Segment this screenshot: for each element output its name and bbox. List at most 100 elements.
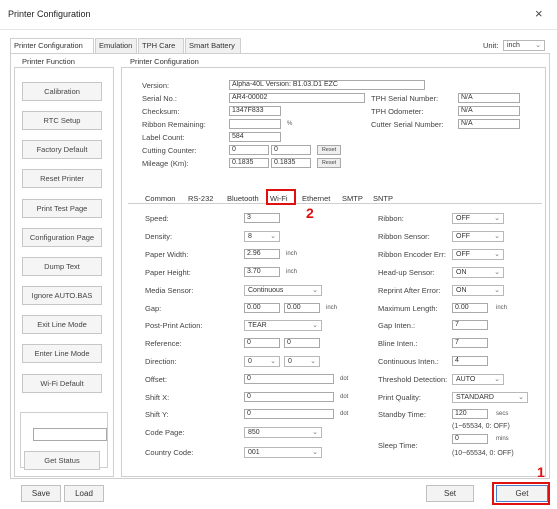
close-icon[interactable]: × [535, 6, 543, 21]
configuration-page-button[interactable]: Configuration Page [22, 228, 102, 247]
chevron-down-icon: ⌄ [310, 358, 316, 365]
bline-inten-field[interactable]: 7 [452, 338, 488, 348]
get-status-button[interactable]: Get Status [24, 451, 100, 470]
country-code-select[interactable]: 001 ⌄ [244, 447, 322, 458]
cutting-counter-label: Cutting Counter: [142, 146, 197, 155]
version-label: Version: [142, 81, 170, 90]
serial-no-field[interactable]: AR4-00002 [229, 93, 365, 103]
checksum-field[interactable]: 1347F833 [229, 106, 281, 116]
factory-default-button[interactable]: Factory Default [22, 140, 102, 159]
maximum-length-field[interactable]: 0.00 [452, 303, 488, 313]
chevron-down-icon: ⌄ [312, 429, 318, 436]
print-quality-label: Print Quality: [378, 393, 421, 402]
ribbon-remaining-label: Ribbon Remaining: [142, 120, 206, 129]
ribbon-remaining-unit: % [287, 121, 293, 127]
reference-y-field[interactable]: 0 [284, 338, 320, 348]
shift-x-field[interactable]: 0 [244, 392, 334, 402]
version-field[interactable]: Alpha-40L Version: B1.03.D1 EZC [229, 80, 425, 90]
reset-printer-button[interactable]: Reset Printer [22, 169, 102, 188]
threshold-detection-select[interactable]: AUTO ⌄ [452, 374, 504, 385]
paper-width-field[interactable]: 2.96 [244, 249, 280, 259]
media-sensor-select[interactable]: Continuous ⌄ [244, 285, 322, 296]
gap-label: Gap: [145, 304, 162, 313]
tab-tph-care[interactable]: TPH Care [138, 38, 184, 53]
offset-field[interactable]: 0 [244, 374, 334, 384]
gap-field[interactable]: 0.00 [244, 303, 280, 313]
set-button[interactable]: Set [426, 485, 474, 502]
code-page-select[interactable]: 850 ⌄ [244, 427, 322, 438]
print-test-page-button[interactable]: Print Test Page [22, 199, 102, 218]
head-up-sensor-label: Head-up Sensor: [378, 268, 435, 277]
tph-serial-field[interactable]: N/A [458, 93, 520, 103]
ignore-autobas-button[interactable]: Ignore AUTO.BAS [22, 286, 102, 305]
cutter-serial-field[interactable]: N/A [458, 119, 520, 129]
reference-x-field[interactable]: 0 [244, 338, 280, 348]
tab-ethernet[interactable]: Ethernet [302, 194, 330, 203]
mileage-reset-button[interactable]: Reset [317, 158, 341, 168]
gap-offset-field[interactable]: 0.00 [284, 303, 320, 313]
cutting-counter-field[interactable]: 0 [229, 145, 269, 155]
chevron-down-icon: ⌄ [270, 233, 276, 240]
cutting-counter-field-2[interactable]: 0 [271, 145, 311, 155]
maximum-length-unit: inch [496, 305, 508, 311]
standby-time-field[interactable]: 120 [452, 409, 488, 419]
paper-height-unit: inch [286, 269, 298, 275]
speed-field[interactable]: 3 [244, 213, 280, 223]
gap-inten-label: Gap Inten.: [378, 321, 416, 330]
sleep-time-field[interactable]: 0 [452, 434, 488, 444]
continuous-inten-field[interactable]: 4 [452, 356, 488, 366]
ribbon-sensor-select[interactable]: OFF ⌄ [452, 231, 504, 242]
mileage-field-2[interactable]: 0.1835 [271, 158, 311, 168]
chevron-down-icon: ⌄ [494, 233, 500, 240]
threshold-detection-label: Threshold Detection: [378, 375, 448, 384]
reprint-after-error-select[interactable]: ON ⌄ [452, 285, 504, 296]
paper-height-label: Paper Height: [145, 268, 191, 277]
mileage-field[interactable]: 0.1835 [229, 158, 269, 168]
ribbon-select[interactable]: OFF ⌄ [452, 213, 504, 224]
direction-select[interactable]: 0 ⌄ [244, 356, 280, 367]
shift-y-label: Shift Y: [145, 410, 169, 419]
status-field[interactable] [33, 428, 107, 441]
enter-line-mode-button[interactable]: Enter Line Mode [22, 344, 102, 363]
speed-label: Speed: [145, 214, 169, 223]
tab-printer-configuration[interactable]: Printer Configuration [10, 38, 94, 54]
print-quality-select[interactable]: STANDARD ⌄ [452, 392, 528, 403]
gap-inten-field[interactable]: 7 [452, 320, 488, 330]
tab-smart-battery[interactable]: Smart Battery [185, 38, 241, 53]
maximum-length-label: Maximum Length: [378, 304, 438, 313]
printer-function-title: Printer Function [22, 57, 75, 66]
head-up-sensor-select[interactable]: ON ⌄ [452, 267, 504, 278]
load-button[interactable]: Load [64, 485, 104, 502]
paper-height-field[interactable]: 3.70 [244, 267, 280, 277]
label-count-field[interactable]: 584 [229, 132, 281, 142]
tab-emulation[interactable]: Emulation [95, 38, 137, 53]
wifi-default-button[interactable]: Wi-Fi Default [22, 374, 102, 393]
standby-time-hint: (1~65534, 0: OFF) [452, 423, 510, 430]
save-button[interactable]: Save [21, 485, 61, 502]
tab-rs232[interactable]: RS-232 [188, 194, 213, 203]
tph-odometer-field[interactable]: N/A [458, 106, 520, 116]
post-print-action-select[interactable]: TEAR ⌄ [244, 320, 322, 331]
unit-select[interactable]: inch ⌄ [503, 40, 545, 51]
tab-sntp[interactable]: SNTP [373, 194, 393, 203]
shift-y-field[interactable]: 0 [244, 409, 334, 419]
mirror-select[interactable]: 0 ⌄ [284, 356, 320, 367]
ribbon-label: Ribbon: [378, 214, 404, 223]
subtab-divider [128, 203, 542, 204]
rtc-setup-button[interactable]: RTC Setup [22, 111, 102, 130]
density-select[interactable]: 8 ⌄ [244, 231, 280, 242]
calibration-button[interactable]: Calibration [22, 82, 102, 101]
tab-common[interactable]: Common [145, 194, 175, 203]
gap-unit: inch [326, 305, 338, 311]
exit-line-mode-button[interactable]: Exit Line Mode [22, 315, 102, 334]
shift-x-label: Shift X: [145, 393, 170, 402]
dump-text-button[interactable]: Dump Text [22, 257, 102, 276]
ribbon-remaining-field[interactable] [229, 119, 281, 129]
paper-width-label: Paper Width: [145, 250, 189, 259]
tab-bluetooth[interactable]: Bluetooth [227, 194, 259, 203]
offset-unit: dot [340, 376, 349, 382]
cutting-counter-reset-button[interactable]: Reset [317, 145, 341, 155]
tab-smtp[interactable]: SMTP [342, 194, 363, 203]
chevron-down-icon: ⌄ [494, 287, 500, 294]
ribbon-encoder-err-select[interactable]: OFF ⌄ [452, 249, 504, 260]
